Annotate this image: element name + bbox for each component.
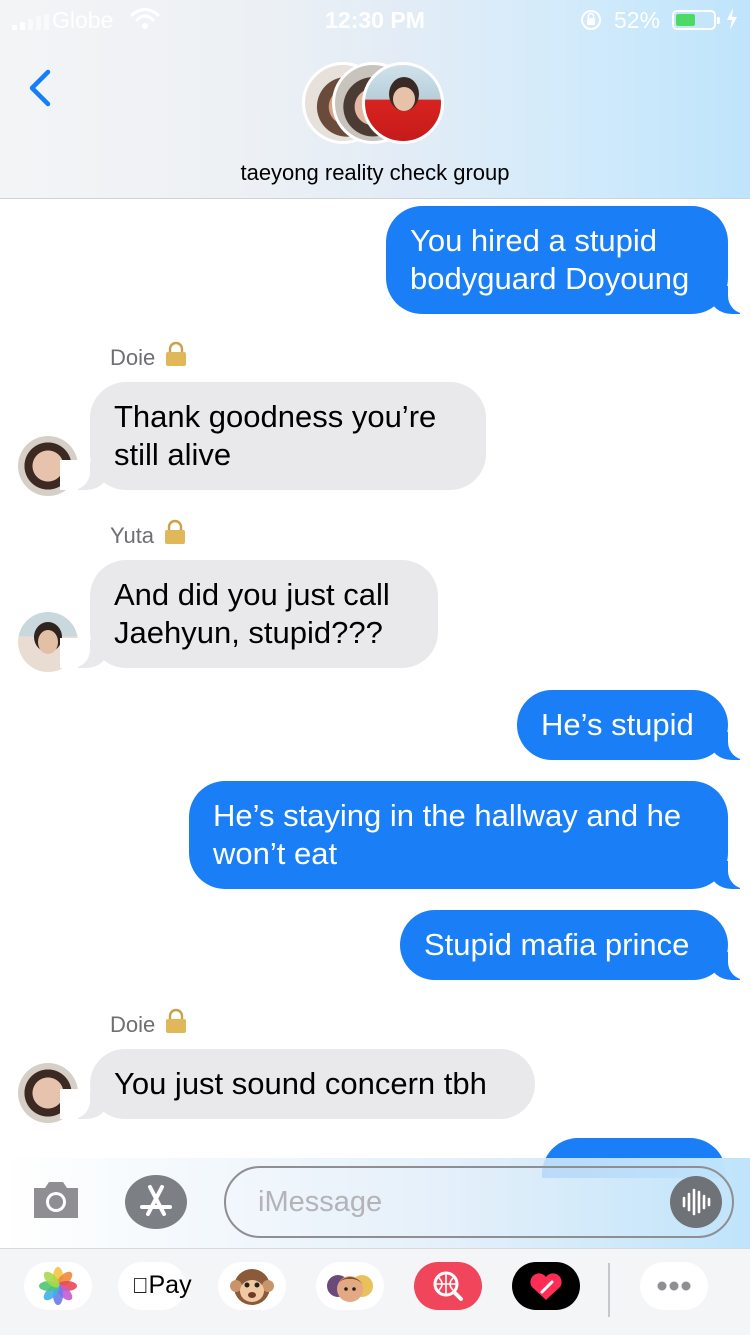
rotation-lock-icon [581, 10, 601, 30]
message-bubble-outgoing[interactable]: You hired a stupid bodyguard Doyoung [386, 206, 750, 314]
sender-label: Doie [110, 1012, 156, 1037]
group-avatar-stack[interactable] [302, 62, 452, 150]
sender-label: Doie [110, 345, 156, 370]
message-text: Stupid mafia prince [424, 927, 690, 962]
more-apps-icon[interactable] [640, 1262, 708, 1310]
group-name[interactable]: taeyong reality check group [0, 160, 750, 186]
audio-waveform-icon[interactable] [670, 1176, 722, 1228]
camera-icon[interactable] [30, 1178, 82, 1222]
message-bubble-outgoing[interactable]: He’s stupid [517, 690, 750, 760]
message-text: He’s stupid [541, 707, 694, 742]
message-bubble-incoming[interactable]: And did you just call Jaehyun, stupid??? [60, 560, 438, 668]
status-bar: Globe 12:30 PM 52% [0, 0, 750, 40]
apple-pay-icon[interactable]: Pay [118, 1262, 192, 1310]
charging-bolt-icon [727, 8, 737, 30]
sender-name: Doie [110, 341, 187, 371]
avatar [362, 62, 444, 144]
lock-icon [165, 519, 186, 544]
imessage-input[interactable]: iMessage [224, 1166, 734, 1238]
message-text: And did you just call [114, 577, 390, 612]
message-text: He’s staying in the hallway and he [213, 798, 682, 833]
lock-icon [166, 341, 187, 366]
digital-touch-icon[interactable] [512, 1262, 580, 1310]
sender-name: Doie [110, 1008, 187, 1038]
message-text: You hired a stupid [410, 223, 658, 258]
battery-percent: 52% [614, 7, 661, 33]
apple-pay-label: Pay [132, 1271, 192, 1299]
message-text: bodyguard Doyoung [410, 261, 690, 296]
battery-icon [672, 10, 720, 30]
message-text: Jaehyun, stupid??? [114, 615, 383, 650]
memoji-icon[interactable] [316, 1262, 384, 1310]
sender-name: Yuta [110, 519, 186, 549]
sender-label: Yuta [110, 523, 155, 548]
app-store-icon[interactable] [124, 1174, 188, 1230]
message-text: You just sound concern tbh [114, 1066, 487, 1101]
input-placeholder: iMessage [258, 1186, 383, 1218]
chevron-left-icon[interactable] [22, 66, 62, 110]
animoji-icon[interactable] [218, 1262, 286, 1310]
message-text: Thank goodness you’re [114, 399, 437, 434]
web-search-icon[interactable] [414, 1262, 482, 1310]
app-drawer: Pay [0, 1248, 750, 1335]
message-bubble-outgoing[interactable]: He’s staying in the hallway and he won’t… [189, 781, 750, 889]
message-bubble-outgoing[interactable]: Stupid mafia prince [400, 910, 750, 980]
message-text: won’t eat [213, 836, 338, 871]
message-bubble-incoming[interactable]: You just sound concern tbh [60, 1049, 535, 1119]
conversation-header: Globe 12:30 PM 52% taeyong reality check… [0, 0, 750, 199]
drawer-divider [608, 1263, 610, 1317]
message-bubble-incoming[interactable]: Thank goodness you’re still alive [60, 382, 486, 490]
photos-app-icon[interactable] [24, 1262, 92, 1310]
message-text: still alive [114, 437, 232, 472]
lock-icon [166, 1008, 187, 1033]
compose-bar: iMessage [0, 1158, 750, 1248]
